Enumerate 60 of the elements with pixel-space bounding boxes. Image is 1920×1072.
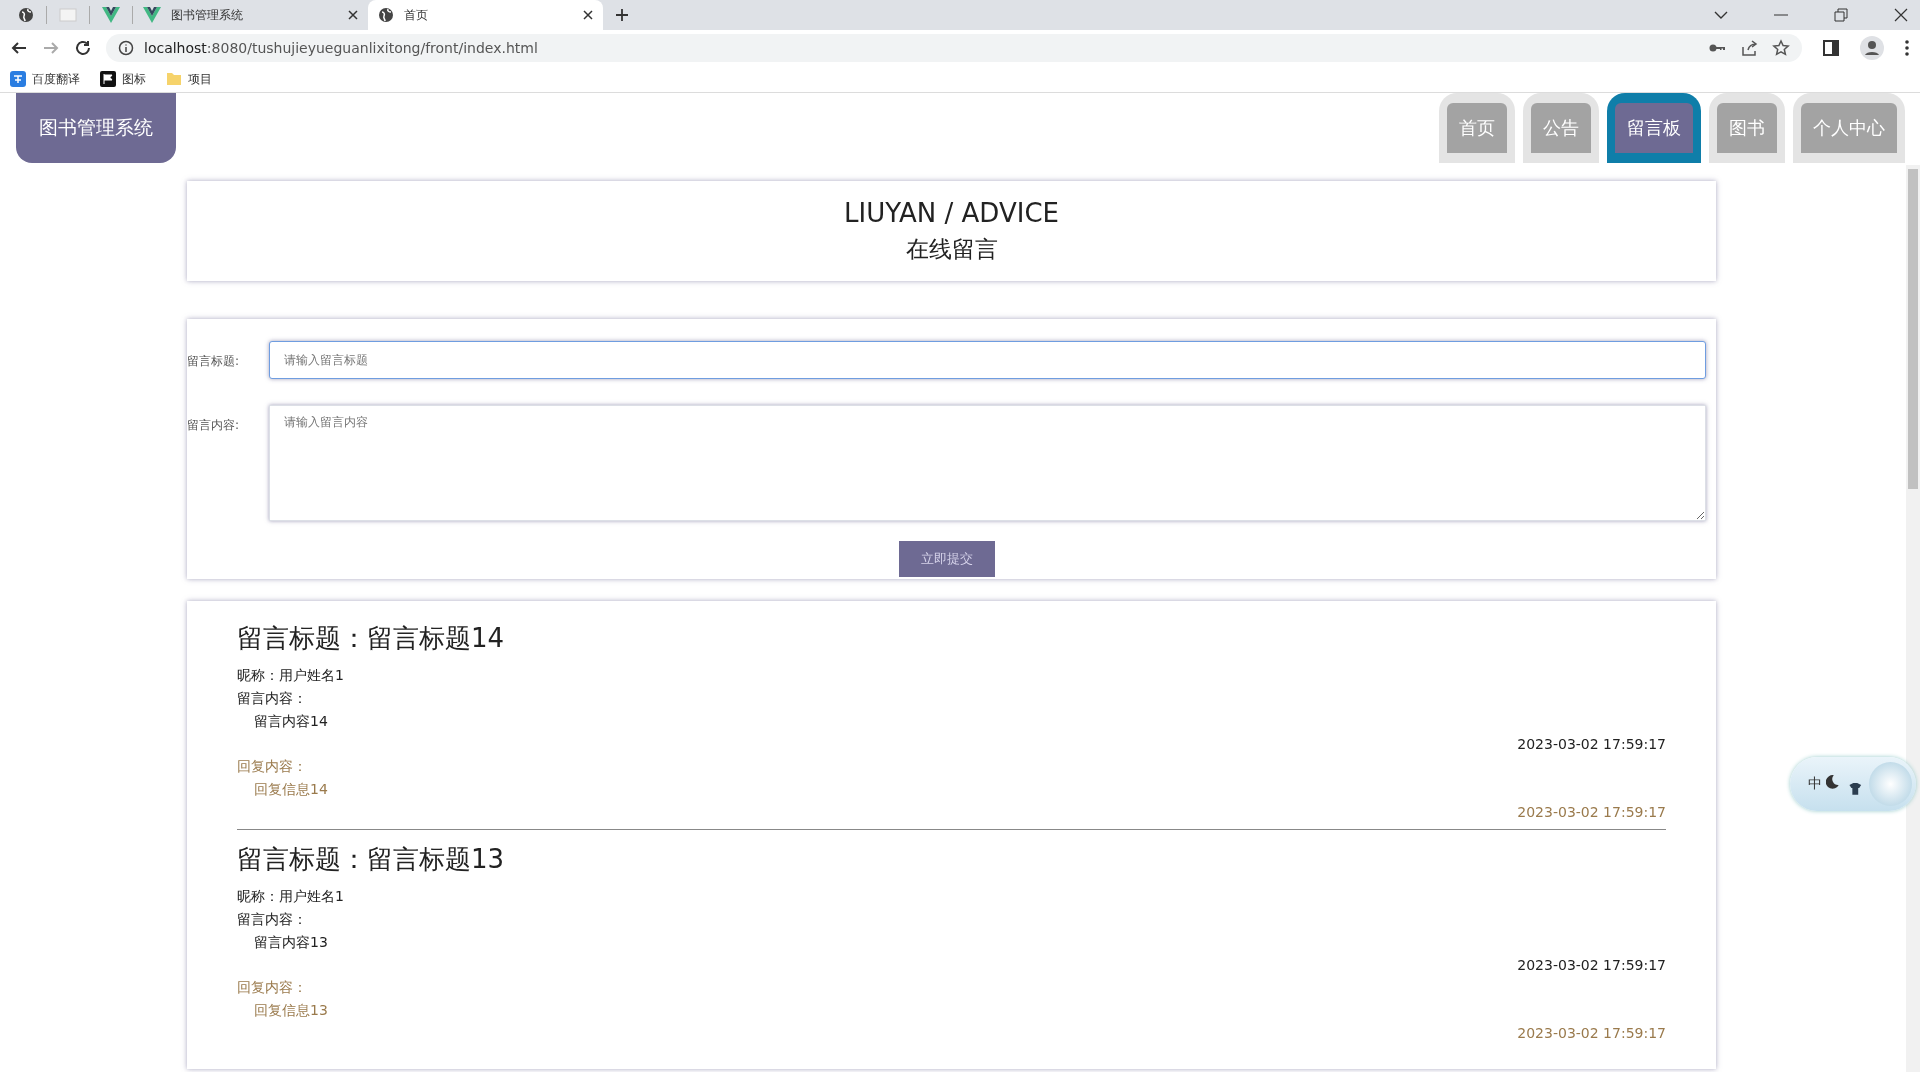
v-logo-icon xyxy=(143,7,161,23)
v-logo-icon xyxy=(102,7,120,23)
browser-tab[interactable]: 图书管理系统 xyxy=(133,0,368,30)
message-title: 留言标题：留言标题14 xyxy=(237,622,506,655)
url-text: localhost:8080/tushujieyueguanlixitong/front/index.html xyxy=(144,40,539,56)
content-label: 留言内容： xyxy=(237,910,308,929)
section-subtitle: 在线留言 xyxy=(905,234,998,264)
section-title: LIUYAN / ADVICE xyxy=(844,197,1059,228)
reload-icon[interactable] xyxy=(74,39,92,57)
reply-time: 2023-03-02 17:59:17 xyxy=(1517,803,1666,822)
title-input[interactable]: 请输入留言标题 xyxy=(269,341,1706,379)
bookmark-label: 图标 xyxy=(122,70,146,88)
ime-mode-text: 中 xyxy=(1808,775,1822,793)
globe-icon xyxy=(378,7,394,23)
reply-content: 回复信息13 xyxy=(253,1001,329,1020)
bookmark[interactable]: 图标 xyxy=(100,70,146,88)
flag-icon xyxy=(100,71,116,87)
field-label: 留言内容: xyxy=(187,417,241,434)
nickname-text: 昵称：用户姓名1 xyxy=(237,887,345,906)
tab-title: 首页 xyxy=(404,6,429,24)
side-panel-icon[interactable] xyxy=(1822,39,1840,57)
nav-tab[interactable]: 留言板 xyxy=(1607,93,1701,163)
page-icon xyxy=(59,8,77,22)
bookmark-label: 百度翻译 xyxy=(32,70,80,88)
tab-title: 图书管理系统 xyxy=(171,6,244,24)
reply-label: 回复内容： xyxy=(237,757,308,776)
content-label: 留言内容： xyxy=(237,689,308,708)
translate-icon xyxy=(10,71,26,87)
field-label: 留言标题: xyxy=(187,353,241,370)
browser-tab[interactable]: 首页 xyxy=(368,0,603,30)
message-time: 2023-03-02 17:59:17 xyxy=(1517,956,1666,975)
info-icon[interactable] xyxy=(118,40,134,56)
close-icon[interactable] xyxy=(583,10,593,20)
star-icon[interactable] xyxy=(1772,39,1790,57)
nickname-text: 昵称：用户姓名1 xyxy=(237,666,345,685)
message-title: 留言标题：留言标题13 xyxy=(237,843,506,876)
share-icon[interactable] xyxy=(1740,39,1758,57)
message-content: 留言内容13 xyxy=(253,933,329,952)
tab-search-icon[interactable] xyxy=(1714,10,1728,20)
message-time: 2023-03-02 17:59:17 xyxy=(1517,735,1666,754)
message-content: 留言内容14 xyxy=(253,712,329,731)
restore-icon[interactable] xyxy=(1834,8,1848,22)
profile-icon[interactable] xyxy=(1860,36,1884,60)
content-textarea[interactable]: 请输入留言内容 xyxy=(269,405,1706,521)
scrollbar[interactable] xyxy=(1906,165,1920,1072)
folder-icon xyxy=(166,72,182,86)
ime-widget[interactable]: 中 xyxy=(1790,757,1916,811)
reply-time: 2023-03-02 17:59:17 xyxy=(1517,1024,1666,1043)
menu-icon[interactable] xyxy=(1904,39,1910,57)
close-window-icon[interactable] xyxy=(1894,8,1908,22)
reply-label: 回复内容： xyxy=(237,978,308,997)
bookmark-label: 项目 xyxy=(188,70,212,88)
reply-content: 回复信息14 xyxy=(253,780,329,799)
address-bar[interactable]: localhost:8080/tushujieyueguanlixitong/front/index.html xyxy=(106,34,1802,62)
globe-icon xyxy=(18,7,34,23)
close-icon[interactable] xyxy=(348,10,358,20)
site-logo[interactable]: 图书管理系统 xyxy=(16,93,176,163)
submit-button[interactable]: 立即提交 xyxy=(898,541,995,577)
bookmark[interactable]: 百度翻译 xyxy=(10,70,80,88)
bookmark[interactable]: 项目 xyxy=(166,70,212,88)
